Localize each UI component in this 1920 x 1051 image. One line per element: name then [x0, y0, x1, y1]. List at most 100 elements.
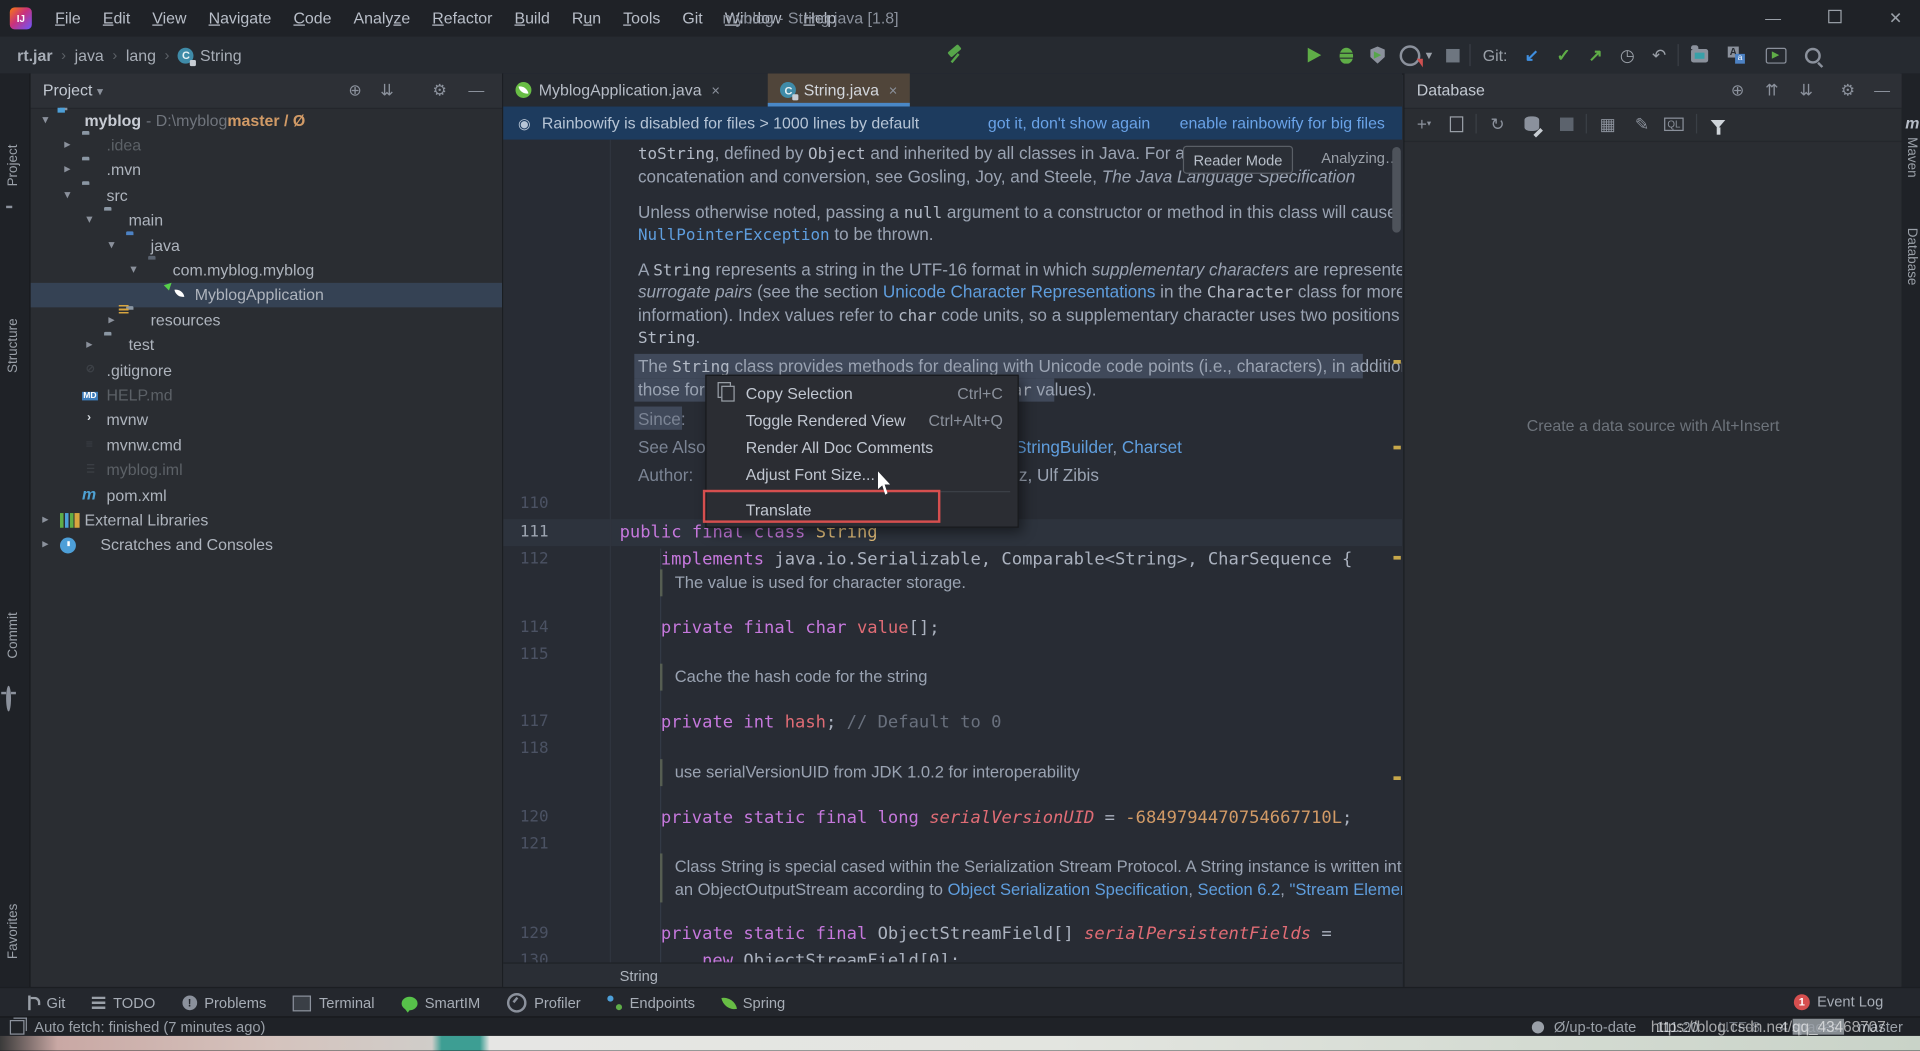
chevron-right-icon[interactable]: ▸: [38, 538, 53, 551]
debug-button[interactable]: [1332, 40, 1359, 69]
locate-file-icon[interactable]: ⊕: [343, 73, 367, 107]
chevron-right-icon[interactable]: ▸: [60, 163, 75, 176]
toolwindow-endpoints[interactable]: Endpoints: [608, 994, 695, 1011]
breadcrumb[interactable]: rt.jar›java›lang›CString: [17, 37, 241, 74]
db-settings-gear-icon[interactable]: ⚙: [1836, 73, 1860, 107]
menu-item-render-all-doc-comments[interactable]: Render All Doc Comments: [707, 433, 1018, 460]
stripe-maven-label[interactable]: Maven: [1904, 137, 1919, 177]
menu-edit[interactable]: Edit: [92, 9, 141, 27]
run-button[interactable]: [1300, 40, 1327, 69]
chevron-down-icon[interactable]: ▾: [104, 238, 119, 251]
chevron-down-icon[interactable]: ▾: [38, 113, 53, 126]
tree-item-java[interactable]: ▾java: [31, 233, 502, 257]
close-button[interactable]: ✕: [1871, 0, 1920, 37]
git-history-icon[interactable]: ◷: [1614, 40, 1641, 69]
db-duplicate-icon[interactable]: [1444, 111, 1468, 135]
stripe-favorites-label[interactable]: Favorites: [6, 904, 21, 959]
maximize-button[interactable]: [1810, 0, 1859, 37]
stripe-database-label[interactable]: Database: [1904, 228, 1919, 286]
menu-refactor[interactable]: Refactor: [421, 9, 503, 27]
stop-button[interactable]: [1440, 40, 1464, 69]
chevron-down-icon[interactable]: ▾: [126, 263, 141, 276]
menu-view[interactable]: View: [141, 9, 197, 27]
warning-stripe-mark[interactable]: [1393, 556, 1400, 560]
git-rollback-icon[interactable]: ↶: [1646, 40, 1673, 69]
tree-item-external-libraries[interactable]: ▸External Libraries: [31, 507, 502, 531]
settings-gear-icon[interactable]: ⚙: [427, 73, 451, 107]
chevron-right-icon[interactable]: ▸: [60, 138, 75, 151]
menu-item-toggle-rendered-view[interactable]: Toggle Rendered ViewCtrl+Alt+Q: [707, 407, 1018, 434]
toolwindow-git[interactable]: Git: [27, 994, 65, 1011]
tree-item-mvnw[interactable]: mvnw: [31, 408, 502, 432]
breadcrumb-item[interactable]: String: [200, 46, 242, 64]
tree-item-myblog-iml[interactable]: myblog.iml: [31, 457, 502, 481]
reader-mode-badge[interactable]: Reader Mode: [1183, 146, 1293, 174]
warning-stripe-mark[interactable]: [1393, 446, 1400, 450]
toolwindow-problems[interactable]: !Problems: [182, 994, 266, 1011]
tree-item-help-md[interactable]: HELP.md: [31, 383, 502, 407]
db-expand-all-icon[interactable]: ⇈: [1760, 73, 1784, 107]
db-filter-icon[interactable]: [1706, 111, 1730, 135]
tree-item--idea[interactable]: ▸.idea: [31, 133, 502, 157]
banner-gotit-link[interactable]: got it, don't show again: [988, 114, 1150, 132]
db-refresh-icon[interactable]: ↻: [1485, 111, 1509, 135]
db-collapse-all-icon[interactable]: ⇊: [1794, 73, 1818, 107]
event-log-button[interactable]: 1 Event Log: [1794, 987, 1883, 1016]
chevron-right-icon[interactable]: ▸: [82, 338, 97, 351]
status-item-git-sync[interactable]: Ø/up-to-date: [1554, 1019, 1637, 1036]
toolwindow-spring[interactable]: Spring: [722, 994, 785, 1011]
banner-enable-link[interactable]: enable rainbowify for big files: [1180, 114, 1385, 132]
search-everywhere-icon[interactable]: [1798, 40, 1827, 69]
toolwindow-terminal[interactable]: Terminal: [293, 994, 374, 1011]
breadcrumb-item[interactable]: java: [75, 46, 104, 64]
db-locate-icon[interactable]: ⊕: [1725, 73, 1749, 107]
maven-icon[interactable]: m: [1905, 113, 1919, 135]
menu-code[interactable]: Code: [282, 9, 342, 27]
tree-item--gitignore[interactable]: .gitignore: [31, 358, 502, 382]
chevron-right-icon[interactable]: ▸: [104, 313, 119, 326]
chevron-down-icon[interactable]: ▾: [60, 188, 75, 201]
chevron-right-icon[interactable]: ▸: [38, 513, 53, 526]
tree-item-resources[interactable]: ▸resources: [31, 308, 502, 332]
coverage-button[interactable]: [1364, 40, 1391, 69]
collapse-all-icon[interactable]: ⇊: [375, 73, 399, 107]
breadcrumb-item[interactable]: lang: [126, 46, 156, 64]
tree-item-scratches-and-consoles[interactable]: ▸Scratches and Consoles: [31, 532, 502, 556]
stripe-commit-label[interactable]: Commit: [6, 612, 21, 658]
db-console-icon[interactable]: QL: [1662, 111, 1686, 135]
minimize-button[interactable]: —: [1749, 0, 1798, 37]
tree-item-test[interactable]: ▸test: [31, 333, 502, 357]
warning-stripe-mark[interactable]: [1393, 360, 1400, 364]
toolwindow-todo[interactable]: TODO: [92, 994, 155, 1011]
menu-item-adjust-font-size-[interactable]: Adjust Font Size...: [707, 460, 1018, 487]
db-properties-icon[interactable]: [1520, 111, 1544, 135]
changed-files-icon[interactable]: [1685, 40, 1714, 69]
close-icon[interactable]: ×: [711, 81, 720, 98]
menu-file[interactable]: File: [44, 9, 92, 27]
stripe-structure-label[interactable]: Structure: [6, 318, 21, 373]
menu-navigate[interactable]: Navigate: [198, 9, 283, 27]
tree-item-src[interactable]: ▾src: [31, 183, 502, 207]
menu-run[interactable]: Run: [561, 9, 612, 27]
tree-item-myblog[interactable]: ▾myblog - D:\myblog master / Ø: [31, 108, 502, 132]
git-commit-icon[interactable]: ✓: [1550, 40, 1577, 69]
tree-item-mvnw-cmd[interactable]: mvnw.cmd: [31, 432, 502, 456]
warning-stripe-mark[interactable]: [1393, 776, 1400, 780]
database-panel-title[interactable]: Database: [1417, 73, 1485, 107]
tree-item-main[interactable]: ▾main: [31, 208, 502, 232]
commit-icon[interactable]: [6, 688, 11, 710]
tab-myblogapplication-java[interactable]: MyblogApplication.java×: [503, 73, 732, 106]
breadcrumb-item[interactable]: rt.jar: [17, 46, 52, 64]
tab-string-java[interactable]: CString.java×: [768, 73, 909, 106]
menu-git[interactable]: Git: [671, 9, 713, 27]
toolwindow-profiler[interactable]: Profiler: [507, 993, 580, 1013]
hide-panel-icon[interactable]: —: [464, 73, 488, 107]
menu-build[interactable]: Build: [503, 9, 560, 27]
project-panel-title[interactable]: Project ▾: [43, 73, 103, 110]
tree-item-com-myblog-myblog[interactable]: ▾com.myblog.myblog: [31, 258, 502, 282]
stripe-project-label[interactable]: Project: [6, 144, 21, 186]
translate-icon[interactable]: [1722, 40, 1751, 69]
tree-item-pom-xml[interactable]: mpom.xml: [31, 482, 502, 506]
db-hide-panel-icon[interactable]: —: [1870, 73, 1894, 107]
run-anything-icon[interactable]: [1761, 40, 1790, 69]
